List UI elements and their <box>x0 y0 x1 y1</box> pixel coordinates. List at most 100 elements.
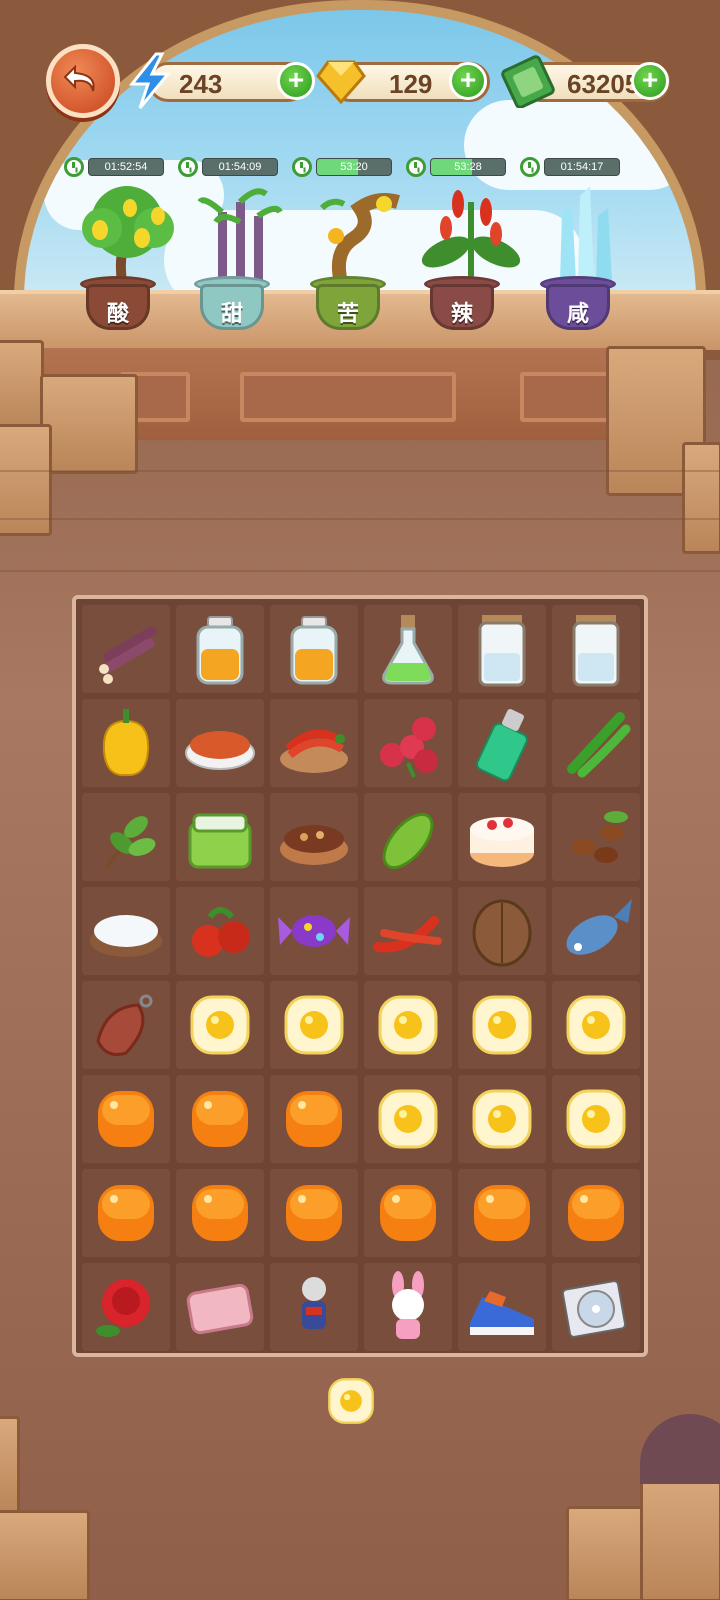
crate <box>40 374 138 474</box>
egg-icon <box>472 1089 532 1149</box>
salt-bowl-icon <box>90 915 162 957</box>
board-cell[interactable] <box>458 699 546 787</box>
board-cell[interactable] <box>270 887 358 975</box>
orange-orb-icon <box>192 1091 248 1147</box>
board-cell[interactable] <box>270 793 358 881</box>
cash-add-button[interactable]: + <box>631 62 669 100</box>
board-cell[interactable] <box>458 793 546 881</box>
board-cell[interactable] <box>82 1169 170 1257</box>
board-cell[interactable] <box>364 605 452 693</box>
gem-value: 129 <box>389 69 433 99</box>
counter-panel <box>520 372 610 422</box>
board-cell[interactable] <box>458 981 546 1069</box>
board-cell[interactable] <box>82 981 170 1069</box>
energy-value: 243 <box>179 69 223 99</box>
clock-icon <box>520 157 540 177</box>
board-cell[interactable] <box>458 1169 546 1257</box>
board-cell[interactable] <box>176 605 264 693</box>
bitter-melon-icon <box>382 812 434 870</box>
orange-jar-icon <box>290 616 338 685</box>
board-cell[interactable] <box>176 1263 264 1351</box>
walnut-icon <box>472 899 532 967</box>
board-cell[interactable] <box>458 887 546 975</box>
green-chili-icon <box>567 712 631 778</box>
plant-bitter[interactable]: 苦 <box>302 182 412 332</box>
board-cell[interactable] <box>552 605 640 693</box>
board-cell[interactable] <box>364 1263 452 1351</box>
board-cell[interactable] <box>552 793 640 881</box>
ham-icon <box>96 994 153 1056</box>
flavor-label: 咸 <box>566 302 589 327</box>
undo-arrow-icon <box>63 64 95 92</box>
board-cell[interactable] <box>82 699 170 787</box>
sneaker-icon <box>470 1291 534 1335</box>
board-cell[interactable] <box>82 887 170 975</box>
chili-bowl-icon <box>280 729 348 773</box>
floor-line <box>0 470 720 472</box>
egg-icon <box>566 995 626 1055</box>
counter-panel <box>240 372 456 422</box>
board-cell[interactable] <box>364 1169 452 1257</box>
board-cell[interactable] <box>176 699 264 787</box>
board-cell[interactable] <box>176 1169 264 1257</box>
board-cell[interactable] <box>270 699 358 787</box>
board-cell[interactable] <box>176 1075 264 1163</box>
egg-icon <box>378 995 438 1055</box>
orange-orb-icon <box>98 1185 154 1241</box>
board-cell[interactable] <box>270 981 358 1069</box>
board-grid <box>82 605 640 1351</box>
board-cell[interactable] <box>364 887 452 975</box>
board-cell[interactable] <box>270 1075 358 1163</box>
board-cell[interactable] <box>364 1075 452 1163</box>
board-cell[interactable] <box>458 1075 546 1163</box>
strawberry-cake-icon <box>470 817 534 867</box>
crate <box>0 1510 90 1600</box>
board-cell[interactable] <box>176 981 264 1069</box>
energy-add-button[interactable]: + <box>277 62 315 100</box>
board-cell[interactable] <box>552 981 640 1069</box>
board-cell[interactable] <box>82 793 170 881</box>
board-cell[interactable] <box>270 1263 358 1351</box>
board-cell[interactable] <box>364 699 452 787</box>
plant-sweet[interactable]: 甜 <box>186 182 296 332</box>
flavor-label: 辣 <box>450 302 473 327</box>
board-cell[interactable] <box>364 793 452 881</box>
floor-line <box>0 518 720 520</box>
board-cell[interactable] <box>552 887 640 975</box>
back-button[interactable] <box>46 44 120 118</box>
board-cell[interactable] <box>82 1075 170 1163</box>
board-cell[interactable] <box>176 793 264 881</box>
timer-sour: 01:52:54 <box>64 157 166 177</box>
timer-salty: 01:54:17 <box>520 157 622 177</box>
timer-text: 01:54:17 <box>560 161 604 173</box>
gem-add-button[interactable]: + <box>449 62 487 100</box>
merge-board <box>72 595 648 1357</box>
egg-icon <box>472 995 532 1055</box>
board-cell[interactable] <box>270 1169 358 1257</box>
plant-spicy[interactable]: 辣 <box>416 182 526 332</box>
timer-text: 53:20 <box>340 161 368 173</box>
board-cell[interactable] <box>552 1169 640 1257</box>
board-cell[interactable] <box>270 605 358 693</box>
hawthorn-icon <box>192 907 250 957</box>
plant-sour[interactable]: 酸 <box>72 182 182 332</box>
yellow-pepper-icon <box>102 709 150 777</box>
board-cell[interactable] <box>458 605 546 693</box>
plant-salty[interactable]: 咸 <box>532 182 642 332</box>
music-cd-icon <box>561 1280 627 1338</box>
barrel <box>640 1414 720 1484</box>
board-cell[interactable] <box>552 1263 640 1351</box>
queued-item[interactable] <box>320 1370 382 1432</box>
board-cell[interactable] <box>458 1263 546 1351</box>
orange-orb-icon <box>98 1091 154 1147</box>
coffee-beans-icon <box>572 811 628 863</box>
board-cell[interactable] <box>552 1075 640 1163</box>
board-cell[interactable] <box>364 981 452 1069</box>
cash-value: 63205 <box>567 69 640 99</box>
board-cell[interactable] <box>82 1263 170 1351</box>
board-cell[interactable] <box>552 699 640 787</box>
hero-figure-icon <box>302 1277 326 1329</box>
board-cell[interactable] <box>82 605 170 693</box>
orange-orb-icon <box>474 1185 530 1241</box>
board-cell[interactable] <box>176 887 264 975</box>
